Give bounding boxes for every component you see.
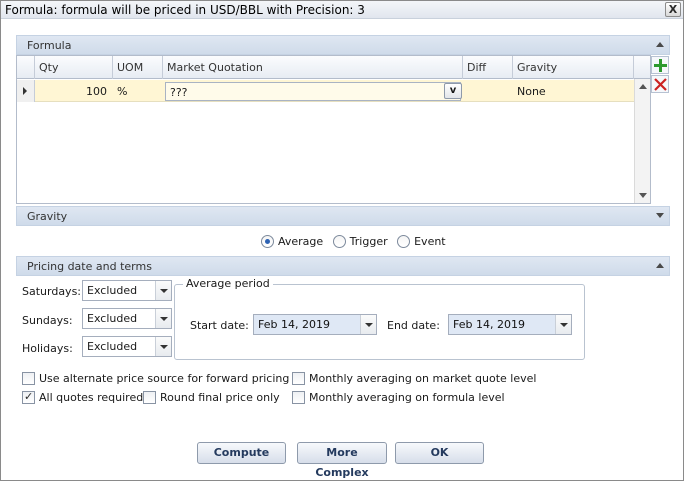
market-quotation-value: ???	[170, 86, 188, 99]
close-button[interactable]: X	[665, 2, 681, 17]
column-header-diff[interactable]: Diff	[463, 56, 513, 79]
title-bar: Formula: formula will be priced in USD/B…	[1, 1, 683, 19]
radio-trigger[interactable]: Trigger	[332, 234, 388, 250]
sundays-select[interactable]: Excluded	[82, 308, 172, 329]
pricing-section-header[interactable]: Pricing date and terms	[16, 256, 670, 276]
scroll-down-icon[interactable]	[639, 193, 647, 198]
end-date-picker[interactable]: Feb 14, 2019	[448, 314, 572, 335]
holidays-value: Excluded	[87, 340, 138, 353]
column-header-gravity[interactable]: Gravity	[513, 56, 634, 79]
saturdays-value: Excluded	[87, 284, 138, 297]
row-selector[interactable]	[17, 80, 35, 102]
radio-event-label: Event	[414, 235, 446, 248]
market-quotation-input[interactable]: ???	[165, 82, 461, 101]
formula-section-header[interactable]: Formula	[16, 35, 670, 55]
column-header-uom[interactable]: UOM	[113, 56, 163, 79]
checkbox-all-quotes-required[interactable]: All quotes required	[22, 390, 144, 405]
cell-diff[interactable]	[463, 80, 513, 102]
cell-qty[interactable]: 100	[35, 80, 113, 102]
checkbox-alternate-price-source[interactable]: Use alternate price source for forward p…	[22, 372, 289, 386]
ok-button[interactable]: OK	[395, 442, 484, 464]
collapse-chevron-icon[interactable]	[656, 42, 664, 47]
checkbox-label: Monthly averaging on market quote level	[309, 372, 537, 385]
average-period-legend: Average period	[183, 277, 273, 290]
plus-icon	[654, 59, 667, 72]
checkbox-icon[interactable]	[292, 391, 305, 404]
compute-button[interactable]: Compute	[197, 442, 286, 464]
scroll-up-icon[interactable]	[639, 84, 647, 89]
dropdown-arrow-icon[interactable]	[360, 315, 376, 334]
checkbox-round-final-price[interactable]: Round final price only	[143, 391, 280, 405]
sundays-value: Excluded	[87, 312, 138, 325]
expand-chevron-icon[interactable]	[656, 213, 664, 218]
radio-trigger-label: Trigger	[349, 235, 388, 248]
checkbox-checked-icon[interactable]	[22, 390, 35, 404]
holidays-select[interactable]: Excluded	[82, 336, 172, 357]
checkbox-label: Monthly averaging on formula level	[309, 391, 505, 404]
radio-average-label: Average	[278, 235, 324, 248]
start-date-value: Feb 14, 2019	[258, 318, 330, 331]
gravity-section-title: Gravity	[27, 210, 68, 223]
cell-uom[interactable]: %	[113, 80, 163, 102]
saturdays-label: Saturdays:	[22, 285, 82, 298]
saturdays-select[interactable]: Excluded	[82, 280, 172, 301]
gravity-radio-group: Average Trigger Event	[261, 234, 452, 250]
end-date-value: Feb 14, 2019	[453, 318, 525, 331]
column-header-market-quotation[interactable]: Market Quotation	[163, 56, 463, 79]
checkbox-label: Round final price only	[160, 391, 280, 404]
radio-circle-icon[interactable]	[397, 235, 411, 248]
sundays-label: Sundays:	[22, 314, 73, 327]
end-date-label: End date:	[387, 319, 440, 332]
formula-grid: Qty UOM Market Quotation Diff Gravity 10…	[16, 55, 651, 204]
table-row[interactable]: 100 % ??? v None	[35, 80, 634, 102]
checkbox-label: All quotes required	[39, 391, 144, 404]
dropdown-arrow-icon[interactable]	[155, 309, 171, 328]
grid-header: Qty UOM Market Quotation Diff Gravity	[17, 56, 650, 79]
cell-gravity[interactable]: None	[513, 80, 634, 102]
formula-dialog: Formula: formula will be priced in USD/B…	[0, 0, 684, 481]
grid-scrollbar[interactable]	[634, 79, 650, 203]
add-row-button[interactable]	[651, 56, 669, 74]
radio-circle-icon[interactable]	[332, 235, 346, 248]
checkbox-monthly-formula-level[interactable]: Monthly averaging on formula level	[292, 391, 505, 405]
radio-circle-icon[interactable]	[261, 235, 274, 248]
start-date-picker[interactable]: Feb 14, 2019	[253, 314, 377, 335]
current-row-icon	[23, 87, 27, 95]
checkbox-label: Use alternate price source for forward p…	[39, 372, 290, 385]
market-quotation-picker-button[interactable]: v	[444, 83, 462, 99]
holidays-label: Holidays:	[22, 342, 73, 355]
checkbox-icon[interactable]	[292, 372, 305, 385]
dropdown-arrow-icon[interactable]	[155, 337, 171, 356]
window-title: Formula: formula will be priced in USD/B…	[5, 3, 365, 17]
more-complex-button[interactable]: More Complex	[297, 442, 387, 479]
pricing-section-title: Pricing date and terms	[27, 260, 152, 273]
dropdown-arrow-icon[interactable]	[155, 281, 171, 300]
row-header-corner	[17, 56, 35, 79]
formula-section-title: Formula	[27, 39, 72, 52]
dropdown-arrow-icon[interactable]	[555, 315, 571, 334]
checkbox-icon[interactable]	[22, 372, 35, 385]
gravity-section-header[interactable]: Gravity	[16, 206, 670, 226]
radio-average[interactable]: Average	[261, 234, 323, 250]
start-date-label: Start date:	[190, 319, 249, 332]
delete-icon	[654, 78, 667, 91]
column-header-qty[interactable]: Qty	[35, 56, 113, 79]
delete-row-button[interactable]	[651, 75, 669, 93]
checkbox-monthly-market-quote[interactable]: Monthly averaging on market quote level	[292, 372, 536, 386]
radio-event[interactable]: Event	[397, 234, 446, 250]
collapse-chevron-icon[interactable]	[656, 263, 664, 268]
checkbox-icon[interactable]	[143, 391, 156, 404]
